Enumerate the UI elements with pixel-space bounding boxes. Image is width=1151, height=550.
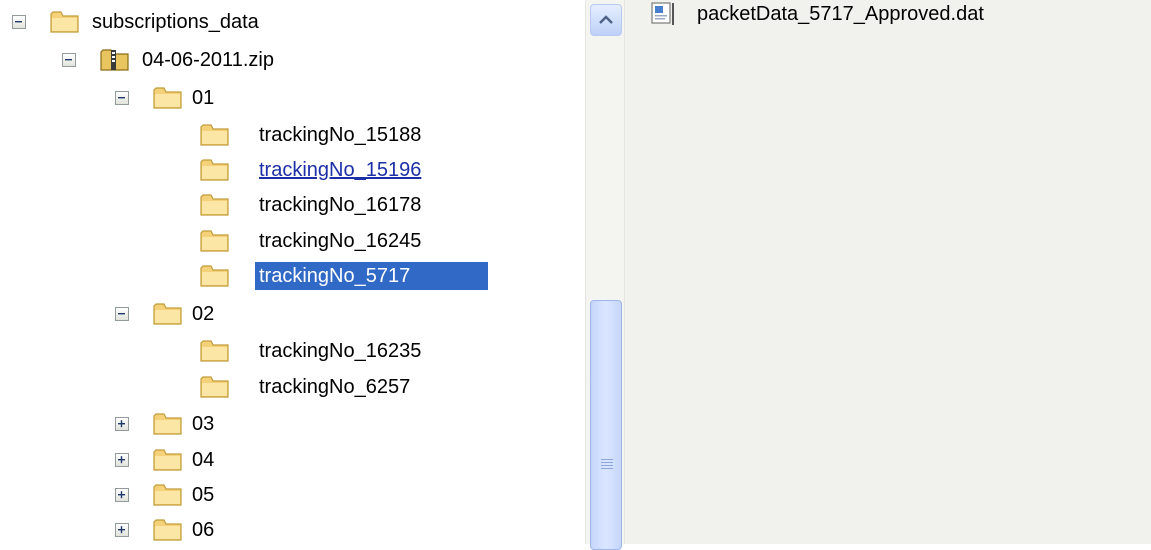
tree-node-label: subscriptions_data xyxy=(92,11,259,33)
vertical-scrollbar[interactable] xyxy=(585,0,625,550)
tree-node-leaf[interactable]: trackingNo_15188 xyxy=(0,118,500,152)
tree-node-label: 02 xyxy=(192,303,215,325)
folder-icon xyxy=(200,374,230,400)
tree-node-label: 01 xyxy=(192,87,215,109)
data-file-icon xyxy=(649,2,677,26)
chevron-up-icon xyxy=(599,15,613,24)
file-name: packetData_5717_Approved.dat xyxy=(697,3,984,25)
folder-tree[interactable]: subscriptions_data 04-06-2011.zip 01 tra… xyxy=(0,0,580,544)
folder-icon xyxy=(153,301,183,327)
expand-icon[interactable] xyxy=(115,523,129,537)
collapse-icon[interactable] xyxy=(115,307,129,321)
folder-icon xyxy=(200,228,230,254)
tree-node-label: trackingNo_6257 xyxy=(259,376,411,398)
tree-node-leaf[interactable]: trackingNo_16245 xyxy=(0,224,500,258)
folder-icon xyxy=(200,263,230,289)
tree-node-label: 04-06-2011.zip xyxy=(142,49,274,71)
tree-node-label: trackingNo_15188 xyxy=(259,124,422,146)
scrollbar-thumb[interactable] xyxy=(590,300,622,550)
expand-icon[interactable] xyxy=(115,417,129,431)
tree-node-folder-03[interactable]: 03 xyxy=(0,407,400,441)
zip-folder-icon xyxy=(100,47,130,73)
tree-node-folder-05[interactable]: 05 xyxy=(0,478,400,512)
tree-node-label: 06 xyxy=(192,519,215,541)
tree-node-label: trackingNo_16235 xyxy=(259,340,422,362)
collapse-icon[interactable] xyxy=(12,15,26,29)
folder-icon xyxy=(153,482,183,508)
tree-node-root[interactable]: subscriptions_data xyxy=(0,5,400,39)
folder-icon xyxy=(153,447,183,473)
tree-node-leaf[interactable]: trackingNo_15196 xyxy=(0,153,500,187)
folder-icon xyxy=(50,9,80,35)
folder-icon xyxy=(153,411,183,437)
tree-node-folder-02[interactable]: 02 xyxy=(0,297,400,331)
collapse-icon[interactable] xyxy=(115,91,129,105)
collapse-icon[interactable] xyxy=(62,53,76,67)
folder-icon xyxy=(200,192,230,218)
folder-icon xyxy=(200,122,230,148)
folder-icon xyxy=(153,85,183,111)
folder-icon xyxy=(153,517,183,543)
tree-node-leaf[interactable]: trackingNo_16178 xyxy=(0,188,500,222)
tree-node-folder-04[interactable]: 04 xyxy=(0,443,400,477)
file-list-pane[interactable]: packetData_5717_Approved.dat xyxy=(625,0,1151,544)
tree-node-label: trackingNo_16245 xyxy=(259,230,422,252)
tree-node-folder-06[interactable]: 06 xyxy=(0,513,400,544)
tree-node-leaf[interactable]: trackingNo_16235 xyxy=(0,334,500,368)
tree-node-label: 04 xyxy=(192,449,215,471)
grip-icon xyxy=(601,459,613,471)
tree-node-label: 03 xyxy=(192,413,215,435)
scroll-up-button[interactable] xyxy=(590,4,622,36)
tree-node-leaf-selected[interactable]: trackingNo_5717 xyxy=(0,259,500,293)
tree-node-label: trackingNo_16178 xyxy=(259,194,422,216)
folder-icon xyxy=(200,338,230,364)
tree-node-label: 05 xyxy=(192,484,215,506)
tree-node-label-selected: trackingNo_5717 xyxy=(255,262,488,290)
tree-node-zip[interactable]: 04-06-2011.zip xyxy=(0,43,400,77)
tree-node-label-hovered: trackingNo_15196 xyxy=(259,159,422,181)
expand-icon[interactable] xyxy=(115,453,129,467)
folder-icon xyxy=(200,157,230,183)
expand-icon[interactable] xyxy=(115,488,129,502)
tree-node-folder-01[interactable]: 01 xyxy=(0,81,400,115)
tree-node-leaf[interactable]: trackingNo_6257 xyxy=(0,370,500,404)
